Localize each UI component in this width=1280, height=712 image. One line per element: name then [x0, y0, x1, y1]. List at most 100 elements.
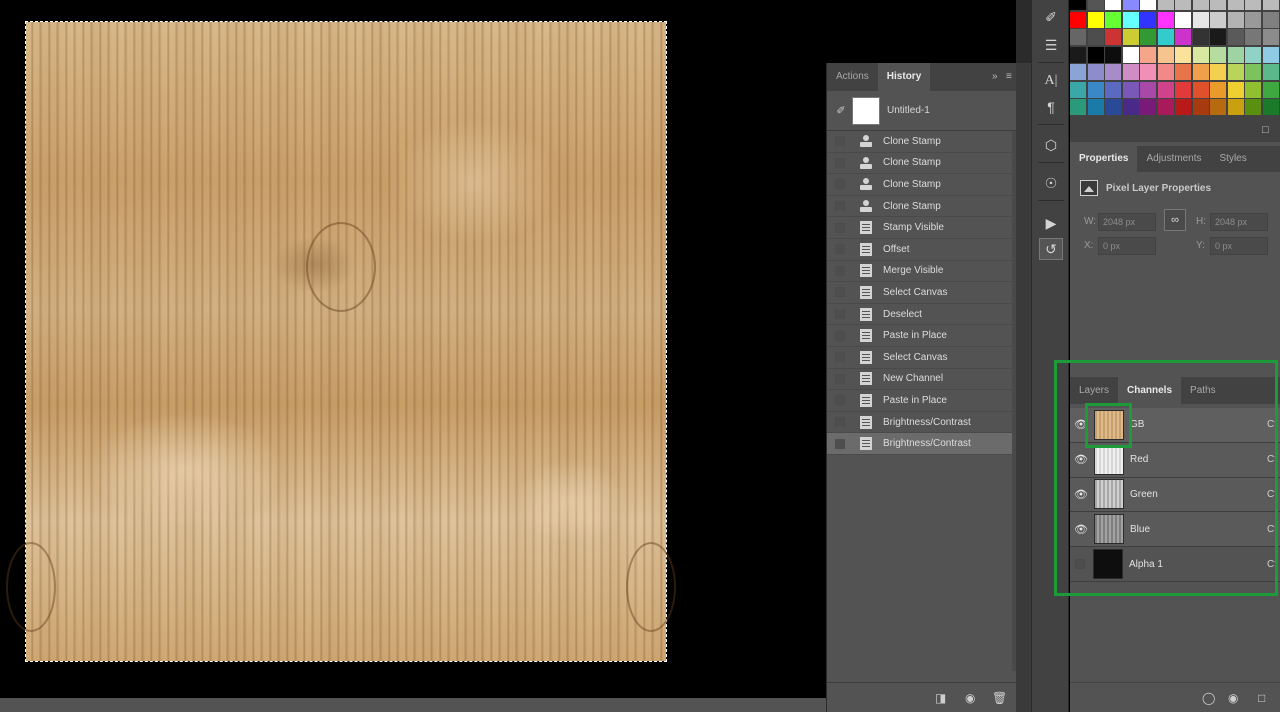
history-item[interactable]: Brightness/Contrast — [827, 412, 1016, 434]
save-selection-icon[interactable]: ◉ — [1228, 691, 1238, 705]
color-swatch[interactable] — [1175, 64, 1191, 80]
color-swatch[interactable] — [1105, 11, 1121, 28]
history-checkbox[interactable] — [835, 395, 845, 406]
color-swatch[interactable] — [1105, 64, 1121, 80]
color-swatch[interactable] — [1070, 81, 1086, 98]
color-swatch[interactable] — [1087, 99, 1104, 115]
link-dimensions-icon[interactable]: ∞ — [1164, 209, 1186, 231]
color-swatch[interactable] — [1227, 0, 1244, 10]
color-swatch[interactable] — [1140, 0, 1156, 10]
color-swatch[interactable] — [1210, 11, 1226, 28]
history-item[interactable]: Clone Stamp — [827, 153, 1016, 175]
height-field[interactable]: 2048 px — [1210, 213, 1268, 231]
history-checkbox[interactable] — [835, 179, 845, 190]
color-swatch[interactable] — [1105, 0, 1121, 10]
history-scrollbar[interactable] — [1012, 131, 1016, 671]
load-selection-icon[interactable]: ◯ — [1202, 691, 1215, 705]
new-document-from-state-icon[interactable]: ◨ — [935, 691, 946, 705]
color-swatch[interactable] — [1227, 81, 1244, 98]
tab-adjustments[interactable]: Adjustments — [1137, 146, 1210, 172]
color-swatch[interactable] — [1122, 11, 1139, 28]
color-swatch[interactable] — [1105, 81, 1121, 98]
color-swatch[interactable] — [1245, 46, 1261, 63]
color-swatch[interactable] — [1210, 64, 1226, 80]
color-swatch[interactable] — [1262, 64, 1279, 80]
history-snapshot-row[interactable]: ✐ Untitled-1 — [827, 91, 1016, 131]
color-swatch[interactable] — [1105, 29, 1121, 45]
color-swatch[interactable] — [1157, 64, 1174, 80]
color-swatch[interactable] — [1087, 46, 1104, 63]
history-item[interactable]: Deselect — [827, 304, 1016, 326]
color-swatch[interactable] — [1070, 46, 1086, 63]
color-swatch[interactable] — [1210, 29, 1226, 45]
history-checkbox[interactable] — [835, 309, 845, 320]
width-field[interactable]: 2048 px — [1098, 213, 1156, 231]
color-swatch[interactable] — [1140, 46, 1156, 63]
color-swatch[interactable] — [1262, 99, 1279, 115]
color-swatch[interactable] — [1227, 46, 1244, 63]
history-item[interactable]: Offset — [827, 239, 1016, 261]
panel-menu-icon[interactable]: ≡ — [1006, 71, 1012, 82]
color-swatch[interactable] — [1262, 0, 1279, 10]
tab-actions[interactable]: Actions — [827, 63, 878, 91]
history-item[interactable]: Select Canvas — [827, 347, 1016, 369]
color-swatch[interactable] — [1262, 46, 1279, 63]
color-swatch[interactable] — [1122, 29, 1139, 45]
color-swatch[interactable] — [1087, 64, 1104, 80]
trash-icon[interactable]: 🗑 — [992, 691, 1007, 705]
color-swatch[interactable] — [1070, 64, 1086, 80]
color-swatch[interactable] — [1122, 46, 1139, 63]
history-item[interactable]: Select Canvas — [827, 282, 1016, 304]
camera-icon[interactable]: ◉ — [965, 691, 975, 705]
x-field[interactable]: 0 px — [1098, 237, 1156, 255]
color-swatch[interactable] — [1070, 29, 1086, 45]
color-swatch[interactable] — [1192, 29, 1209, 45]
color-swatch[interactable] — [1175, 11, 1191, 28]
history-icon[interactable]: ↺ — [1039, 238, 1063, 260]
color-swatch[interactable] — [1192, 81, 1209, 98]
history-item[interactable]: Clone Stamp — [827, 174, 1016, 196]
paragraph-icon[interactable]: ¶ — [1039, 96, 1063, 118]
history-checkbox[interactable] — [835, 438, 845, 449]
color-swatch[interactable] — [1105, 46, 1121, 63]
color-swatch[interactable] — [1122, 0, 1139, 10]
y-field[interactable]: 0 px — [1210, 237, 1268, 255]
color-swatch[interactable] — [1157, 0, 1174, 10]
color-swatch[interactable] — [1087, 0, 1104, 10]
new-swatch-icon[interactable]: □ — [1262, 124, 1269, 136]
color-swatch[interactable] — [1227, 29, 1244, 45]
history-checkbox[interactable] — [835, 157, 845, 168]
color-swatch[interactable] — [1245, 99, 1261, 115]
color-swatch[interactable] — [1140, 29, 1156, 45]
color-swatch[interactable] — [1087, 11, 1104, 28]
character-icon[interactable]: A| — [1039, 70, 1063, 92]
color-swatch[interactable] — [1105, 99, 1121, 115]
color-swatch[interactable] — [1192, 11, 1209, 28]
history-brush-icon[interactable]: ✐ — [830, 104, 852, 117]
history-checkbox[interactable] — [835, 287, 845, 298]
color-swatch[interactable] — [1227, 11, 1244, 28]
color-swatch[interactable] — [1210, 81, 1226, 98]
play-actions-icon[interactable]: ▶ — [1039, 212, 1063, 234]
alien-icon[interactable]: ☉ — [1039, 172, 1063, 194]
color-swatch[interactable] — [1210, 46, 1226, 63]
color-swatch[interactable] — [1262, 81, 1279, 98]
color-swatch[interactable] — [1140, 11, 1156, 28]
color-swatch[interactable] — [1140, 99, 1156, 115]
color-swatch[interactable] — [1262, 29, 1279, 45]
history-checkbox[interactable] — [835, 417, 845, 428]
tab-styles[interactable]: Styles — [1211, 146, 1256, 172]
color-swatch[interactable] — [1245, 0, 1261, 10]
color-swatch[interactable] — [1210, 0, 1226, 10]
color-swatch[interactable] — [1087, 29, 1104, 45]
history-item[interactable]: Brightness/Contrast — [827, 433, 1016, 455]
color-swatch[interactable] — [1175, 29, 1191, 45]
history-item[interactable]: Clone Stamp — [827, 196, 1016, 218]
color-swatch[interactable] — [1157, 11, 1174, 28]
adjustments-sliders-icon[interactable]: ☰ — [1039, 34, 1063, 56]
history-item[interactable]: New Channel — [827, 369, 1016, 391]
color-swatch[interactable] — [1245, 11, 1261, 28]
color-swatch[interactable] — [1227, 99, 1244, 115]
history-checkbox[interactable] — [835, 265, 845, 276]
color-swatch[interactable] — [1087, 81, 1104, 98]
